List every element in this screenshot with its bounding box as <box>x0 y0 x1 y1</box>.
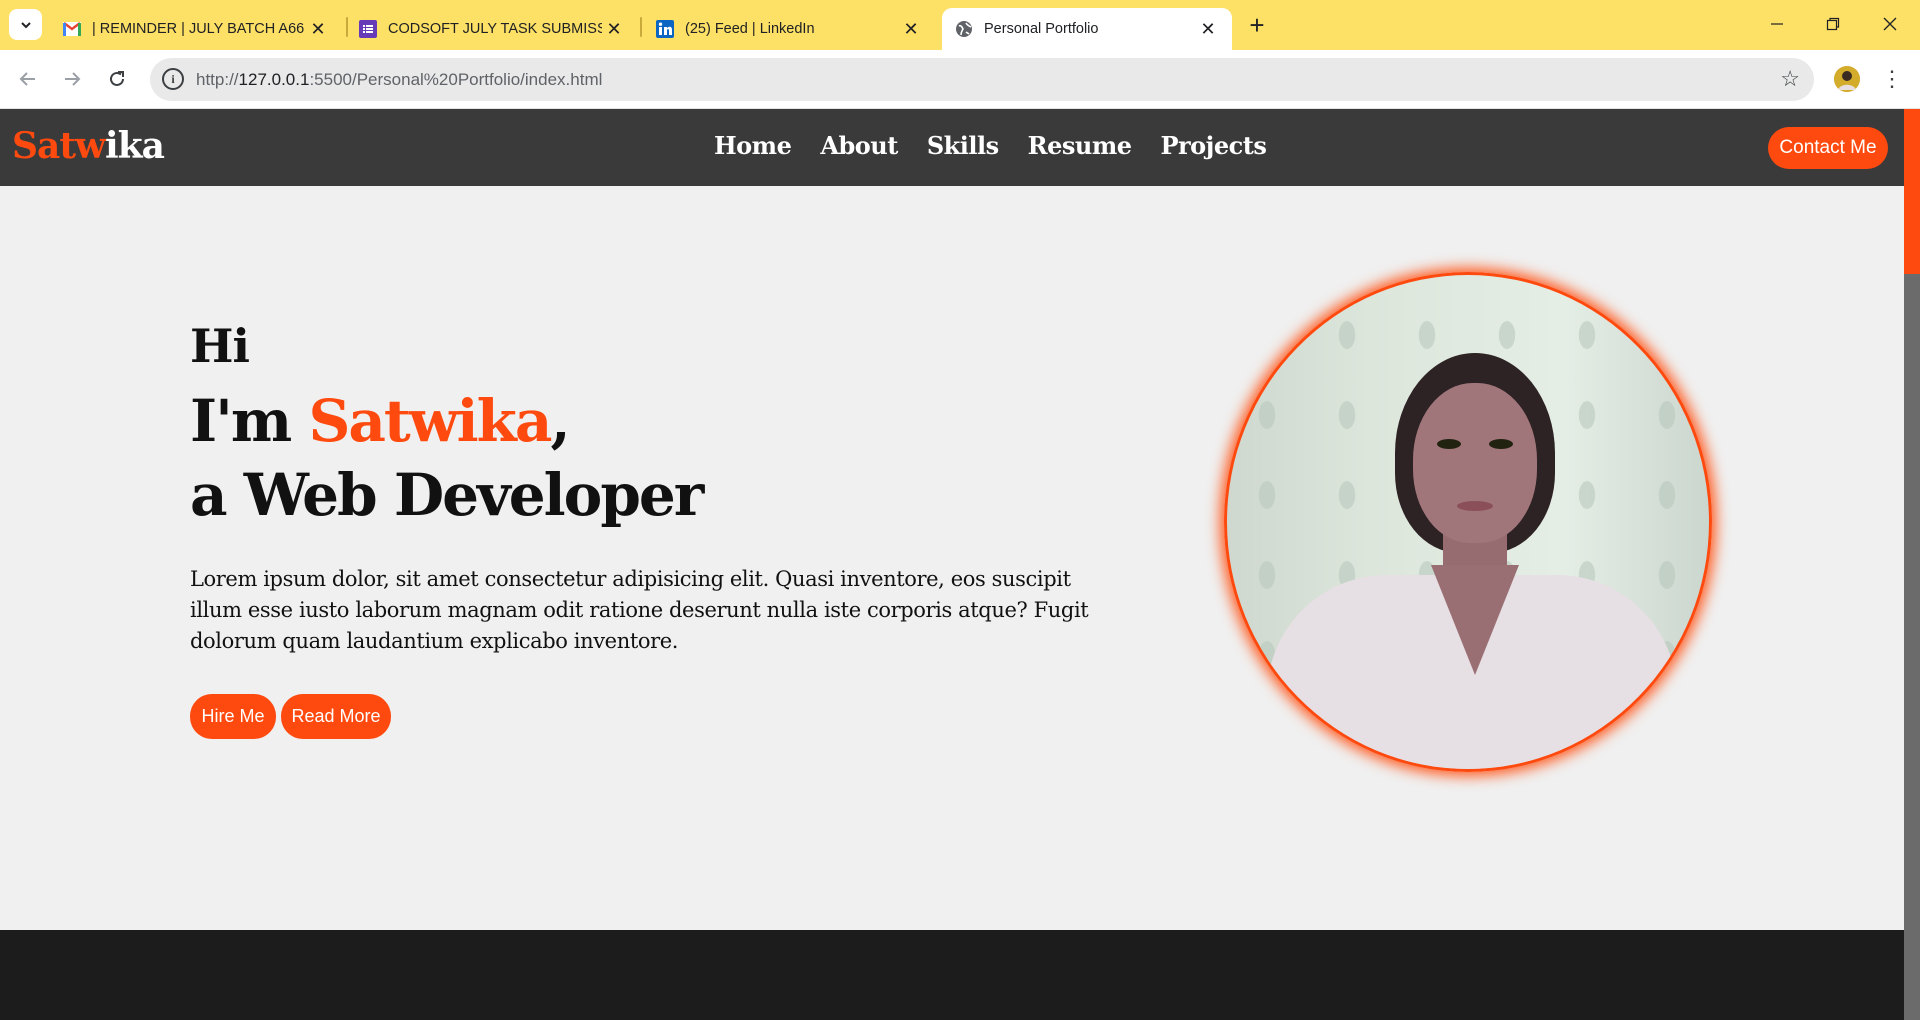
minimize-button[interactable] <box>1749 0 1805 48</box>
read-more-button[interactable]: Read More <box>281 694 391 739</box>
hero-comma: , <box>550 387 570 455</box>
contact-me-button[interactable]: Contact Me <box>1768 127 1888 169</box>
window-close-button[interactable] <box>1862 0 1918 48</box>
tab-title: | REMINDER | JULY BATCH A66 ... <box>92 21 306 37</box>
url-prefix: http:// <box>196 70 239 89</box>
site-logo[interactable]: Satwika <box>12 125 165 167</box>
bookmark-star-icon[interactable]: ☆ <box>1780 66 1800 92</box>
nav-resume[interactable]: Resume <box>1028 131 1132 160</box>
photo-eye-left <box>1437 439 1461 449</box>
browser-tabstrip: | REMINDER | JULY BATCH A66 ... ✕ CODSOF… <box>0 0 1920 50</box>
address-bar[interactable]: i http://127.0.0.1:5500/Personal%20Portf… <box>150 58 1814 101</box>
tab-search-button[interactable] <box>9 9 42 40</box>
site-info-icon[interactable]: i <box>162 68 184 90</box>
restore-button[interactable] <box>1805 0 1861 48</box>
site-navbar: Satwika Home About Skills Resume Project… <box>0 109 1904 186</box>
url-text[interactable]: http://127.0.0.1:5500/Personal%20Portfol… <box>196 70 602 90</box>
page-viewport: Satwika Home About Skills Resume Project… <box>0 109 1904 1020</box>
logo-rest-text: ika <box>104 125 165 167</box>
new-tab-button[interactable]: + <box>1241 9 1273 40</box>
tab-personal-portfolio[interactable]: Personal Portfolio ✕ <box>942 8 1232 50</box>
chevron-down-icon <box>20 21 31 28</box>
photo-face <box>1413 383 1537 543</box>
close-icon <box>1883 17 1897 31</box>
url-path: :5500/Personal%20Portfolio/index.html <box>309 70 603 89</box>
tab-title: (25) Feed | LinkedIn <box>685 21 815 37</box>
page-scrollbar[interactable] <box>1904 109 1920 1020</box>
back-button[interactable] <box>10 62 46 96</box>
tab-gmail[interactable]: | REMINDER | JULY BATCH A66 ... ✕ <box>52 8 340 50</box>
nav-projects[interactable]: Projects <box>1160 131 1266 160</box>
close-icon[interactable]: ✕ <box>1196 17 1220 41</box>
next-section-band <box>0 930 1904 1020</box>
url-host: 127.0.0.1 <box>238 70 310 89</box>
tab-linkedin[interactable]: (25) Feed | LinkedIn ✕ <box>645 8 933 50</box>
browser-toolbar: i http://127.0.0.1:5500/Personal%20Portf… <box>0 50 1920 109</box>
reload-button[interactable] <box>99 62 135 96</box>
globe-icon <box>954 19 974 39</box>
arrow-left-icon <box>19 72 35 86</box>
hire-me-button[interactable]: Hire Me <box>190 694 276 739</box>
gmail-icon <box>62 19 82 39</box>
profile-photo <box>1224 272 1712 772</box>
nav-home[interactable]: Home <box>714 131 792 160</box>
photo-lips <box>1457 501 1493 511</box>
avatar-icon <box>1834 66 1860 92</box>
scrollbar-thumb[interactable] <box>1904 109 1920 274</box>
nav-links: Home About Skills Resume Projects <box>714 131 1267 160</box>
more-vert-icon: ⋮ <box>1881 66 1903 91</box>
hero-intro-line: I'm Satwika, <box>190 387 571 455</box>
nav-skills[interactable]: Skills <box>927 131 999 160</box>
tab-codsoft[interactable]: CODSOFT JULY TASK SUBMISSI... ✕ <box>348 8 636 50</box>
forward-button[interactable] <box>54 62 90 96</box>
arrow-right-icon <box>65 72 81 86</box>
hero-paragraph: Lorem ipsum dolor, sit amet consectetur … <box>190 567 1089 653</box>
nav-about[interactable]: About <box>820 131 898 160</box>
hero-greeting: Hi <box>190 319 250 373</box>
tab-separator <box>640 17 642 37</box>
close-icon[interactable]: ✕ <box>306 17 330 41</box>
browser-menu-button[interactable]: ⋮ <box>1880 64 1904 94</box>
hero-name: Satwika <box>308 387 552 455</box>
tab-title: CODSOFT JULY TASK SUBMISSI... <box>388 21 602 37</box>
tab-title: Personal Portfolio <box>984 21 1099 37</box>
linkedin-icon <box>655 19 675 39</box>
close-icon[interactable]: ✕ <box>899 17 923 41</box>
plus-icon: + <box>1249 9 1265 40</box>
logo-accent-text: Satw <box>12 125 106 167</box>
hero-role: a Web Developer <box>190 461 704 529</box>
minimize-icon <box>1771 23 1783 25</box>
reload-icon <box>110 71 124 86</box>
restore-icon <box>1826 17 1840 31</box>
photo-eye-right <box>1489 439 1513 449</box>
photo-neckline <box>1431 565 1519 675</box>
profile-avatar[interactable] <box>1834 66 1860 92</box>
close-icon[interactable]: ✕ <box>602 17 626 41</box>
forms-icon <box>358 19 378 39</box>
hero-im: I'm <box>190 387 309 455</box>
